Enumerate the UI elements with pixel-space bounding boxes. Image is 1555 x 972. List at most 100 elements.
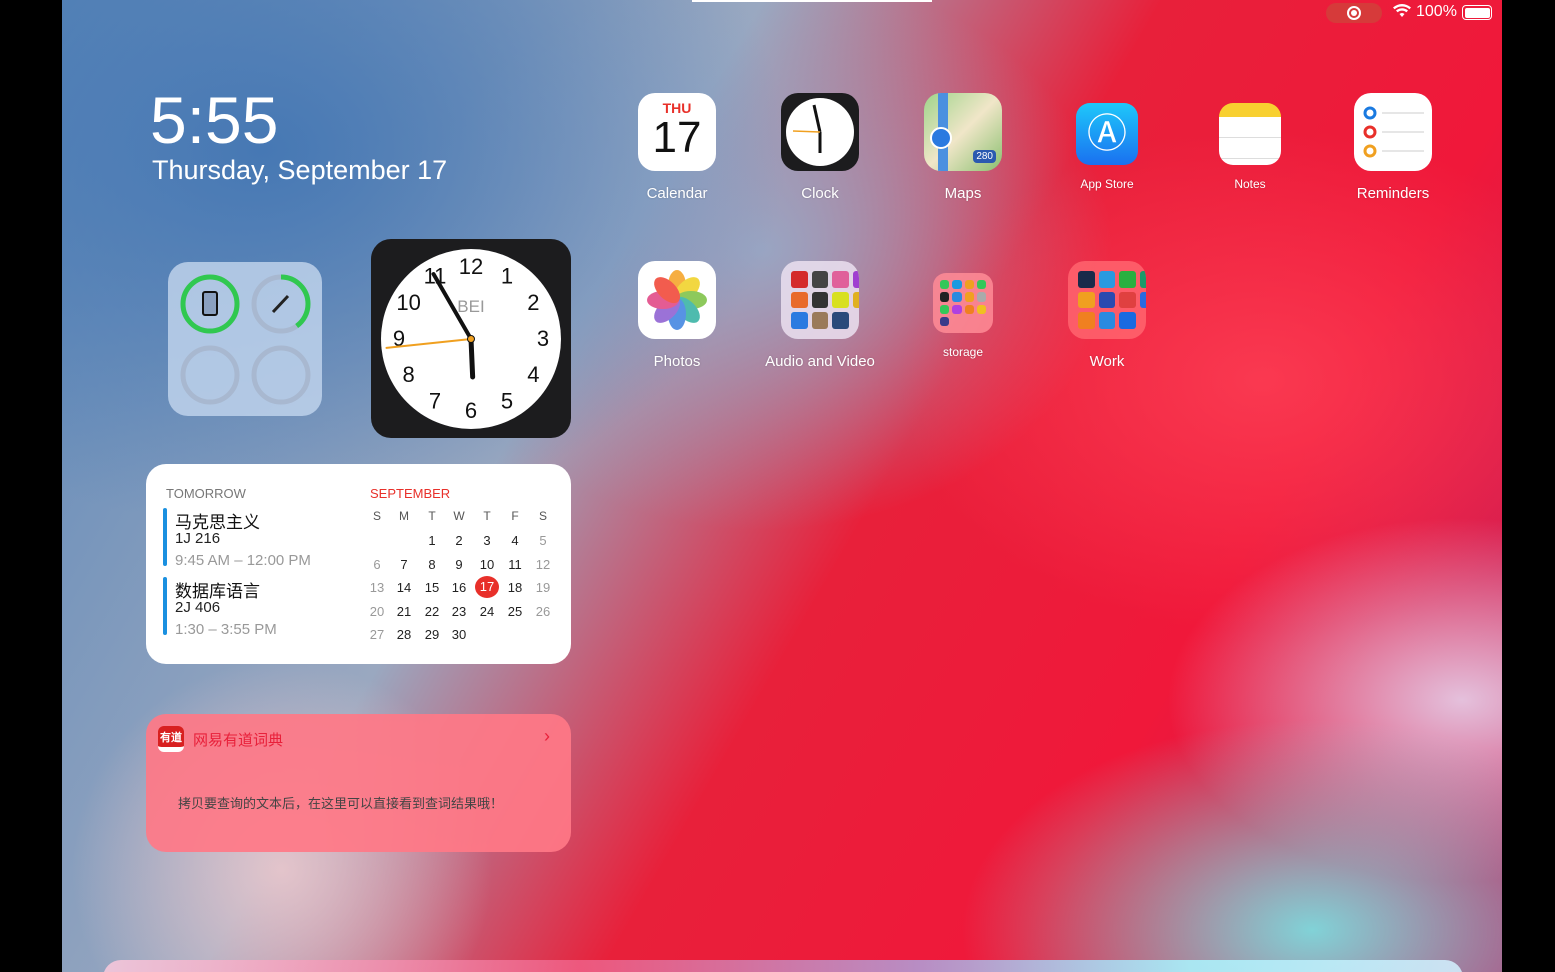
youdao-app-icon: 有道 [158, 726, 184, 752]
weekday-label: W [453, 509, 465, 523]
folder-app-thumbnail [791, 312, 808, 330]
folder-icon [933, 273, 993, 333]
weekday-label: M [399, 509, 409, 523]
calendar-widget[interactable]: TOMORROW 马克思主义 1J 216 9:45 AM – 12:00 PM… [146, 464, 571, 664]
calendar-date[interactable]: 3 [475, 533, 499, 548]
highway-shield: 280 [973, 150, 996, 163]
pencil-icon [271, 294, 290, 314]
folder-storage[interactable]: storage [893, 273, 1033, 359]
app-maps[interactable]: 280 Maps [893, 93, 1033, 202]
app-calendar[interactable]: THU 17 Calendar [607, 93, 747, 202]
calendar-date[interactable]: 27 [365, 627, 389, 642]
folder-app-thumbnail [1119, 291, 1137, 309]
calendar-date[interactable]: 8 [420, 557, 444, 572]
calendar-date[interactable]: 22 [420, 604, 444, 619]
calendar-date[interactable]: 4 [503, 533, 527, 548]
calendar-date[interactable]: 25 [503, 604, 527, 619]
calendar-date[interactable]: 28 [392, 627, 416, 642]
calendar-date[interactable]: 15 [420, 580, 444, 595]
folder-app-thumbnail [1119, 271, 1137, 288]
event-bar [163, 577, 167, 635]
chevron-right-icon[interactable]: › [544, 726, 550, 747]
world-clock-widget[interactable]: BEI 121234567891011 [371, 239, 571, 438]
hour-hand [468, 336, 476, 380]
folder-app-thumbnail [811, 291, 829, 309]
battery-icon [1462, 5, 1492, 20]
folder-app-thumbnail [1098, 271, 1116, 288]
app-reminders[interactable]: Reminders [1323, 93, 1463, 202]
weekday-label: T [428, 509, 436, 523]
calendar-date[interactable]: 2 [447, 533, 471, 548]
app-notes[interactable]: Notes [1180, 103, 1320, 191]
folder-app-thumbnail [832, 312, 850, 330]
calendar-date[interactable]: 7 [392, 557, 416, 572]
folder-app-thumbnail [1140, 271, 1146, 288]
event-time: 9:45 AM – 12:00 PM [175, 552, 311, 569]
calendar-date[interactable]: 13 [365, 580, 389, 595]
folder-work[interactable]: Work [1037, 261, 1177, 370]
app-clock[interactable]: Clock [750, 93, 890, 202]
folder-app-thumbnail [811, 271, 829, 288]
folder-app-thumbnail [811, 312, 829, 330]
app-label: App Store [1080, 177, 1134, 191]
clock-time: 5:55 [150, 83, 279, 157]
folder-app-thumbnail [940, 304, 950, 314]
calendar-date[interactable]: 29 [420, 627, 444, 642]
folder-app-thumbnail [853, 291, 859, 309]
calendar-date[interactable]: 14 [392, 580, 416, 595]
folder-app-thumbnail [964, 280, 974, 290]
ipad-icon [202, 291, 218, 316]
folder-app-thumbnail [964, 292, 974, 302]
calendar-date[interactable]: 23 [447, 604, 471, 619]
calendar-date[interactable]: 12 [531, 557, 555, 572]
weekday-label: S [372, 509, 381, 523]
calendar-date[interactable]: 5 [531, 533, 555, 548]
clock-number: 6 [465, 398, 477, 423]
notes-icon [1219, 103, 1281, 165]
app-label: Reminders [1356, 185, 1430, 202]
calendar-date[interactable]: 21 [392, 604, 416, 619]
folder-app-thumbnail [1098, 312, 1116, 330]
folder-app-thumbnail [1140, 291, 1146, 309]
app-store-icon: Ⓐ [1076, 103, 1138, 165]
calendar-date[interactable]: 17 [475, 576, 499, 598]
folder-app-thumbnail [940, 316, 950, 326]
dock[interactable] [103, 960, 1463, 972]
folder-app-thumbnail [1119, 312, 1137, 330]
event-bar [163, 508, 167, 566]
battery-percentage: 100% [1416, 3, 1457, 20]
calendar-date[interactable]: 10 [475, 557, 499, 572]
calendar-date[interactable]: 19 [531, 580, 555, 595]
folder-audio-and-video[interactable]: Audio and Video [750, 261, 890, 370]
folder-app-thumbnail [1078, 271, 1095, 288]
app-label: Calendar [646, 185, 708, 202]
calendar-date[interactable]: 1 [420, 533, 444, 548]
app-app-store[interactable]: Ⓐ App Store [1037, 103, 1177, 191]
wifi-icon [1392, 2, 1412, 25]
folder-label: Work [1089, 353, 1125, 370]
reminders-icon [1354, 93, 1432, 171]
calendar-date[interactable]: 30 [447, 627, 471, 642]
calendar-date[interactable]: 16 [447, 580, 471, 595]
folder-icon [781, 261, 859, 339]
calendar-date[interactable]: 24 [475, 604, 499, 619]
weekday-label: S [538, 509, 547, 523]
folder-app-thumbnail [940, 280, 950, 290]
folder-app-thumbnail [832, 291, 850, 309]
calendar-date[interactable]: 26 [531, 604, 555, 619]
folder-app-thumbnail [853, 271, 859, 288]
screen-recording-icon[interactable] [1326, 3, 1382, 23]
folder-app-thumbnail [1098, 291, 1116, 309]
calendar-date[interactable]: 20 [365, 604, 389, 619]
weekday-label: F [511, 509, 519, 523]
app-photos[interactable]: Photos [607, 261, 747, 370]
calendar-icon: THU 17 [638, 93, 716, 171]
calendar-date[interactable]: 9 [447, 557, 471, 572]
calendar-date[interactable]: 11 [503, 557, 527, 572]
calendar-date[interactable]: 6 [365, 557, 389, 572]
event-location: 1J 216 [175, 530, 221, 547]
youdao-dictionary-widget[interactable]: 有道 网易有道词典 › 拷贝要查询的文本后，在这里可以直接看到查词结果哦！ [146, 714, 571, 852]
batteries-widget[interactable] [168, 262, 322, 416]
calendar-date[interactable]: 18 [503, 580, 527, 595]
folder-app-thumbnail [952, 304, 962, 314]
